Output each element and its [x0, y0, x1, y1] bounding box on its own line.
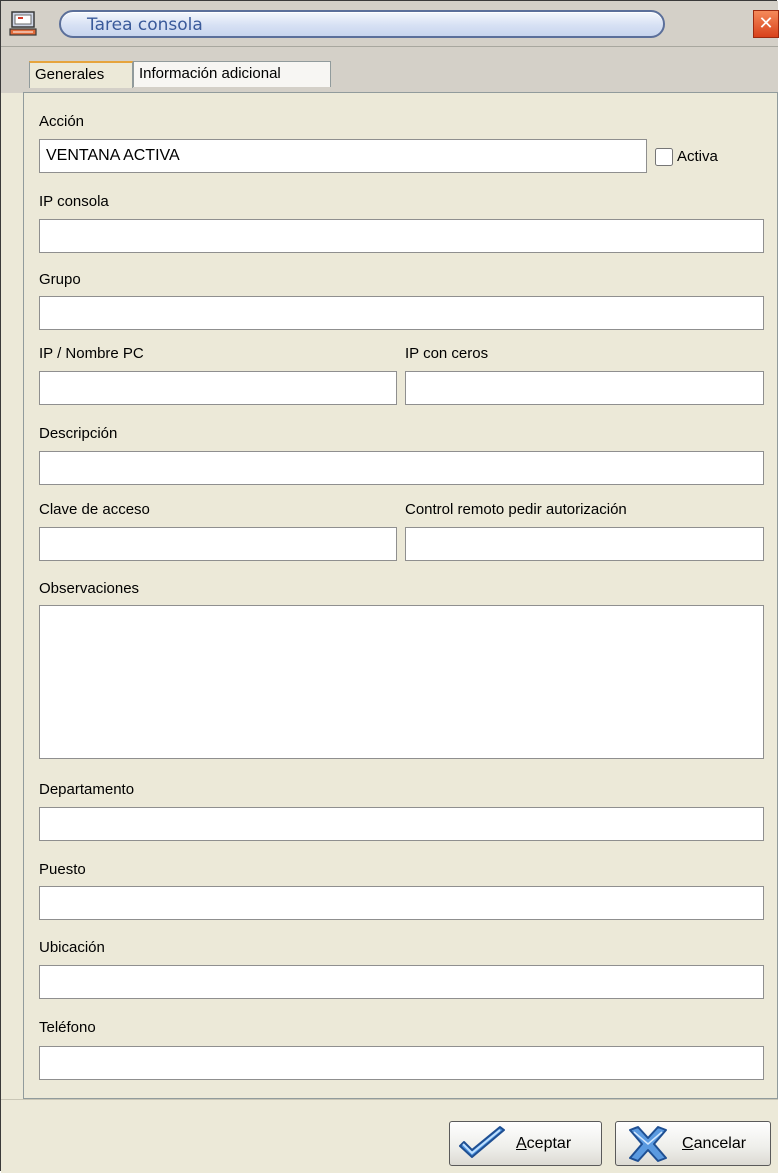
title-bar[interactable]: Tarea consola ✕: [1, 1, 779, 47]
telefono-field[interactable]: [39, 1046, 764, 1080]
control-remoto-field[interactable]: [405, 527, 764, 561]
x-cross-icon: [629, 1125, 667, 1162]
clave-acceso-field[interactable]: [39, 527, 397, 561]
ip-con-ceros-field[interactable]: [405, 371, 764, 405]
ip-nombre-pc-label: IP / Nombre PC: [39, 345, 144, 362]
ip-nombre-pc-field[interactable]: [39, 371, 397, 405]
observaciones-label: Observaciones: [39, 580, 140, 597]
ubicacion-field[interactable]: [39, 965, 764, 999]
activa-checkbox[interactable]: [655, 148, 673, 166]
departamento-field[interactable]: [39, 807, 764, 841]
aceptar-label: Aceptar: [516, 1134, 572, 1152]
computer-icon: [9, 11, 37, 36]
descripcion-field[interactable]: [39, 451, 764, 485]
accion-label: Acción: [39, 113, 85, 130]
control-remoto-label: Control remoto pedir autorización: [405, 501, 627, 518]
window-title: Tarea consola: [87, 15, 203, 35]
telefono-label: Teléfono: [39, 1019, 96, 1036]
cancelar-button[interactable]: Cancelar: [615, 1121, 771, 1166]
puesto-field[interactable]: [39, 886, 764, 920]
departamento-label: Departamento: [39, 781, 135, 798]
accion-field[interactable]: [39, 139, 647, 173]
puesto-label: Puesto: [39, 861, 86, 878]
close-button[interactable]: ✕: [753, 10, 779, 38]
ip-con-ceros-label: IP con ceros: [405, 345, 489, 362]
dialog-window: Tarea consola ✕ Generales Información ad…: [0, 0, 779, 1173]
ip-consola-field[interactable]: [39, 219, 764, 253]
grupo-field[interactable]: [39, 296, 764, 330]
tab-informacion-adicional[interactable]: Información adicional: [133, 61, 331, 87]
ubicacion-label: Ubicación: [39, 939, 105, 956]
descripcion-label: Descripción: [39, 425, 118, 442]
observaciones-textarea[interactable]: [39, 605, 764, 759]
checkmark-icon: [459, 1125, 505, 1158]
tab-bar: Generales Información adicional: [1, 47, 778, 93]
activa-label: Activa: [677, 148, 718, 165]
cancelar-label: Cancelar: [682, 1134, 747, 1152]
clave-acceso-label: Clave de acceso: [39, 501, 150, 518]
grupo-label: Grupo: [39, 271, 81, 288]
tab-generales[interactable]: Generales: [29, 61, 133, 88]
aceptar-button[interactable]: Aceptar: [449, 1121, 602, 1166]
close-icon: ✕: [758, 13, 774, 34]
ip-consola-label: IP consola: [39, 193, 109, 210]
